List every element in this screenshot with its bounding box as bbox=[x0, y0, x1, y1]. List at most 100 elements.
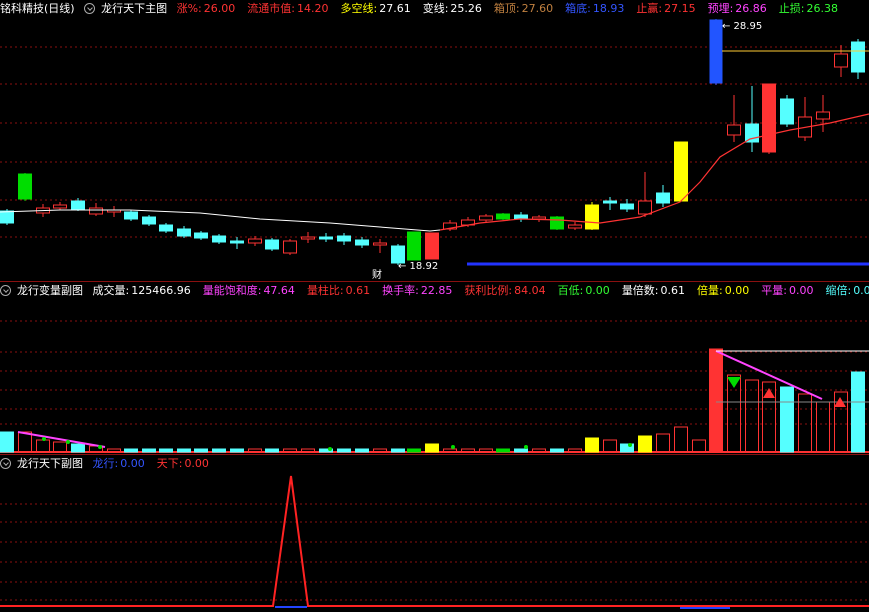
volume-bar bbox=[638, 435, 652, 453]
volume-bar bbox=[443, 448, 457, 453]
field-label: 成交量: bbox=[92, 284, 130, 297]
volume-bar bbox=[0, 431, 14, 453]
field-value: 26.00 bbox=[203, 2, 236, 15]
main-panel-title[interactable]: 龙行天下主图 bbox=[101, 2, 167, 15]
volume_panel-field: 百低: 0.00 bbox=[558, 284, 616, 297]
volume-bar bbox=[71, 443, 85, 453]
candlestick bbox=[301, 236, 315, 240]
candlestick bbox=[194, 232, 208, 239]
settings-gear-icon[interactable] bbox=[84, 3, 96, 14]
signal-dot bbox=[451, 445, 455, 449]
field-label: 获利比例: bbox=[464, 284, 513, 297]
main_panel-field: 箱顶: 27.60 bbox=[494, 2, 559, 15]
volume-bar bbox=[212, 448, 226, 453]
candlestick bbox=[373, 242, 387, 246]
candlestick bbox=[407, 231, 421, 261]
signal-dot bbox=[328, 447, 332, 451]
up-triangle-marker bbox=[763, 388, 775, 398]
signal-dot bbox=[98, 445, 102, 449]
field-value: 27.60 bbox=[521, 2, 554, 15]
volume-bar bbox=[674, 426, 688, 453]
field-label: 天下: bbox=[156, 457, 183, 470]
signal-dot bbox=[66, 440, 70, 444]
volume-bar bbox=[496, 448, 510, 453]
candlestick bbox=[568, 224, 582, 229]
field-label: 倍量: bbox=[697, 284, 723, 297]
main-chart[interactable]: ← 28.95 ← 18.92 财 bbox=[0, 17, 869, 282]
volume_panel-field: 获利比例: 84.04 bbox=[464, 284, 551, 297]
field-label: 变线: bbox=[422, 2, 449, 15]
volume-bar bbox=[142, 448, 156, 453]
volume-bar bbox=[550, 448, 564, 453]
volume-bar bbox=[391, 448, 405, 453]
main_panel-field: 变线: 25.26 bbox=[423, 2, 488, 15]
candlestick bbox=[0, 210, 14, 224]
volume-bar bbox=[355, 448, 369, 453]
main_panel-field: 箱底: 18.93 bbox=[565, 2, 630, 15]
settings-gear-icon[interactable] bbox=[0, 285, 11, 296]
candlestick bbox=[851, 41, 865, 73]
volume-bar bbox=[798, 393, 812, 453]
volume-bar bbox=[283, 448, 297, 453]
signal-panel-title[interactable]: 龙行天下副图 bbox=[17, 457, 83, 470]
low-price-label: ← 18.92 bbox=[398, 261, 438, 272]
volume-bar bbox=[514, 448, 528, 453]
field-label: 缩倍: bbox=[825, 284, 852, 297]
main-panel-header: 铭科精技(日线) 龙行天下主图 涨%: 26.00 流通市值: 14.20 多空线: 27… bbox=[0, 0, 856, 17]
volume-bar bbox=[745, 379, 759, 453]
field-label: 箱顶: bbox=[493, 2, 520, 15]
field-label: 量能饱和度: bbox=[202, 284, 262, 297]
candlestick bbox=[532, 216, 546, 220]
field-label: 止损: bbox=[778, 2, 805, 15]
volume-bar bbox=[568, 448, 582, 453]
volume-bar bbox=[53, 441, 67, 453]
volume-panel-title[interactable]: 龙行变量副图 bbox=[17, 284, 83, 297]
field-value: 26.38 bbox=[806, 2, 839, 15]
signal-line-red bbox=[0, 475, 869, 607]
candlestick bbox=[89, 207, 103, 215]
main_panel-field: 止赢: 27.15 bbox=[636, 2, 701, 15]
volume_panel-field: 换手率: 22.85 bbox=[382, 284, 458, 297]
signal-panel-header: 龙行天下副图 龙行: 0.00 天下: 0.00 bbox=[0, 455, 227, 472]
candlestick bbox=[18, 173, 32, 200]
field-value: 0.00 bbox=[184, 457, 209, 470]
field-label: 量柱比: bbox=[306, 284, 344, 297]
main_panel-field: 止损: 26.38 bbox=[779, 2, 844, 15]
candlestick bbox=[159, 224, 173, 232]
candlestick bbox=[71, 200, 85, 210]
field-value: 47.64 bbox=[263, 284, 295, 297]
candlestick bbox=[834, 53, 848, 68]
candlestick bbox=[496, 213, 510, 220]
volume-bar bbox=[107, 448, 121, 453]
volume-bar bbox=[479, 448, 493, 453]
candlestick bbox=[124, 211, 138, 220]
stock-chart-window: 铭科精技(日线) 龙行天下主图 涨%: 26.00 流通市值: 14.20 多空线: 27… bbox=[0, 0, 869, 612]
field-value: 0.00 bbox=[788, 284, 814, 297]
volume-bar bbox=[709, 348, 723, 453]
candlestick bbox=[265, 239, 279, 250]
volume-bar bbox=[816, 401, 830, 453]
field-value: 26.86 bbox=[735, 2, 767, 15]
field-value: 0.00 bbox=[585, 284, 610, 297]
volume-bar bbox=[461, 448, 475, 453]
candlestick bbox=[745, 123, 759, 143]
signal-chart[interactable] bbox=[0, 472, 869, 612]
field-label: 止赢: bbox=[636, 2, 663, 15]
down-triangle-marker bbox=[727, 377, 741, 388]
volume-bar bbox=[407, 448, 421, 453]
candlestick bbox=[762, 83, 776, 153]
volume-bar bbox=[177, 448, 191, 453]
volume-chart[interactable] bbox=[0, 299, 869, 454]
main_panel-field: 流通市值: 14.20 bbox=[247, 2, 334, 15]
candlestick bbox=[425, 232, 439, 260]
field-value: 27.15 bbox=[664, 2, 696, 15]
main_panel-field: 多空线: 27.61 bbox=[340, 2, 416, 15]
settings-gear-icon[interactable] bbox=[0, 458, 11, 469]
field-value: 25.26 bbox=[450, 2, 482, 15]
field-value: 0.61 bbox=[660, 284, 686, 297]
volume-bar bbox=[656, 433, 670, 453]
cai-marker: 财 bbox=[372, 268, 382, 281]
field-value: 22.85 bbox=[420, 284, 453, 297]
candlestick bbox=[816, 111, 830, 120]
volume-bar bbox=[248, 448, 262, 453]
